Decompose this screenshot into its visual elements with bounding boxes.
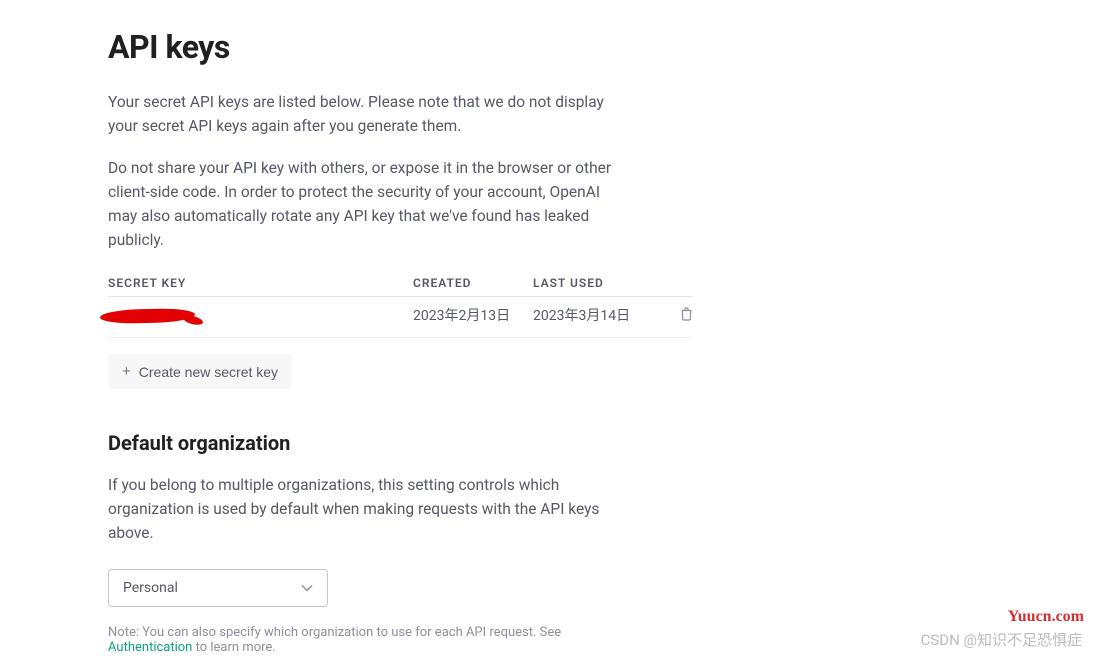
organization-description: If you belong to multiple organizations,…	[108, 473, 612, 545]
note-suffix: to learn more.	[192, 640, 275, 655]
trash-icon[interactable]	[680, 309, 693, 325]
create-button-label: Create new secret key	[139, 364, 278, 380]
watermark-yuucn: Yuucn.com	[1008, 608, 1084, 626]
watermark-csdn: CSDN @知识不足恐惧症	[921, 629, 1082, 650]
plus-icon: +	[122, 363, 131, 380]
api-keys-table: SECRET KEY CREATED LAST USED 2023年2月13日 …	[108, 276, 693, 338]
description-1: Your secret API keys are listed below. P…	[108, 90, 612, 138]
header-actions	[653, 276, 693, 290]
header-last-used: LAST USED	[533, 276, 653, 290]
default-organization-heading: Default organization	[108, 431, 612, 455]
cell-last-used: 2023年3月14日	[533, 307, 653, 325]
create-secret-key-button[interactable]: + Create new secret key	[108, 354, 292, 389]
authentication-link[interactable]: Authentication	[108, 640, 192, 655]
page-title: API keys	[108, 28, 612, 66]
description-2: Do not share your API key with others, o…	[108, 156, 612, 252]
organization-note: Note: You can also specify which organiz…	[108, 625, 612, 655]
header-created: CREATED	[413, 276, 533, 290]
organization-selected-value: Personal	[123, 580, 178, 596]
note-prefix: Note: You can also specify which organiz…	[108, 625, 561, 640]
cell-secret-key	[108, 307, 413, 327]
redacted-key	[108, 307, 413, 327]
table-header-row: SECRET KEY CREATED LAST USED	[108, 276, 693, 297]
organization-select[interactable]: Personal	[108, 569, 328, 607]
cell-actions	[653, 307, 693, 326]
header-secret-key: SECRET KEY	[108, 276, 413, 290]
table-row: 2023年2月13日 2023年3月14日	[108, 297, 693, 338]
chevron-down-icon	[301, 580, 313, 596]
cell-created: 2023年2月13日	[413, 307, 533, 325]
